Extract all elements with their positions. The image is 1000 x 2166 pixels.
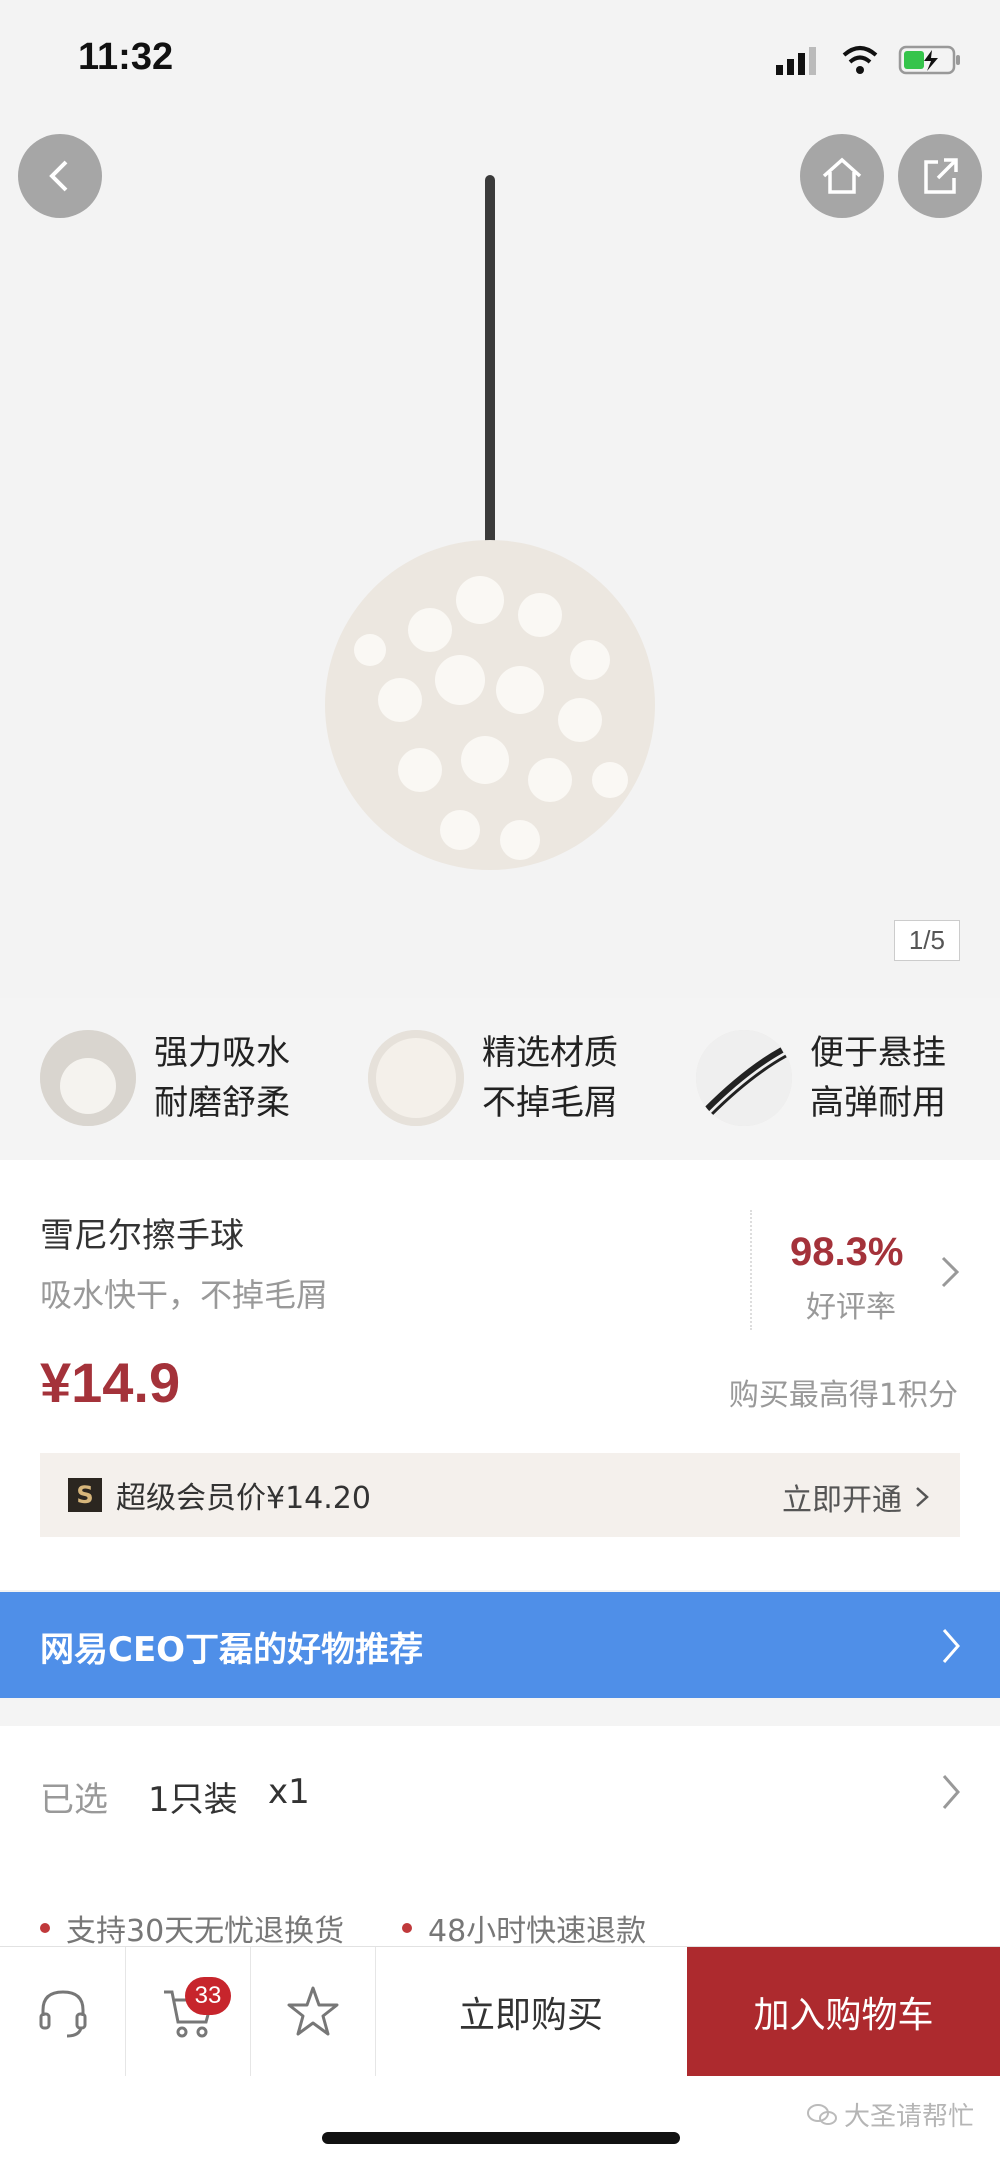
chevron-left-icon [49, 160, 68, 192]
cart-count-badge: 33 [185, 1977, 231, 2015]
water-absorb-thumb [40, 1030, 136, 1126]
chevron-right-icon [942, 1629, 960, 1663]
signal-icon [776, 47, 816, 75]
buy-now-button[interactable]: 立即购买 [375, 1947, 687, 2077]
feature-item: 强力吸水 耐磨舒柔 [40, 1028, 290, 1128]
home-indicator[interactable] [322, 2132, 680, 2144]
service-promises[interactable]: 支持30天无忧退换货 48小时快速退款 [0, 1858, 1000, 1950]
feature-line2: 高弹耐用 [810, 1083, 946, 1123]
headset-icon [39, 1990, 86, 2038]
add-to-cart-button[interactable]: 加入购物车 [687, 1947, 1000, 2077]
points-text: 购买最高得1积分 [728, 1378, 958, 1413]
wechat-icon [806, 2103, 837, 2125]
status-icons [774, 44, 962, 76]
divider [750, 1210, 752, 1330]
vip-price-bar[interactable]: S 超级会员价¥14.20 立即开通 [40, 1453, 960, 1537]
feature-line1: 强力吸水 [154, 1033, 290, 1073]
vip-badge-icon: S [68, 1478, 102, 1512]
selected-spec: 1只装 [148, 1780, 238, 1820]
vip-price-text: 超级会员价¥14.20 [116, 1481, 371, 1516]
battery-icon [898, 45, 960, 75]
feature-item: 精选材质 不掉毛屑 [368, 1028, 618, 1128]
feature-line2: 耐磨舒柔 [154, 1083, 290, 1123]
bullet-icon [402, 1923, 412, 1933]
service-item: 48小时快速退款 [402, 1906, 646, 1950]
feature-item: 便于悬挂 高弹耐用 [696, 1028, 946, 1128]
selected-label: 已选 [40, 1780, 108, 1820]
bottom-action-bar: 33 立即购买 加入购物车 [0, 1946, 1000, 2077]
rating-value[interactable]: 98.3% [790, 1230, 903, 1275]
hanging-cord-thumb [696, 1030, 792, 1126]
selected-quantity: x1 [268, 1772, 310, 1812]
material-thumb [368, 1030, 464, 1126]
spec-selector[interactable]: 已选 1只装 x1 [0, 1726, 1000, 1859]
product-subtitle: 吸水快干，不掉毛屑 [40, 1276, 329, 1314]
chevron-right-icon [916, 1487, 929, 1507]
cart-button[interactable] [125, 1947, 250, 2077]
recommendation-banner[interactable]: 网易CEO丁磊的好物推荐 [0, 1592, 1000, 1698]
home-indicator-area: 大圣请帮忙 [0, 2076, 1000, 2166]
service-text: 支持30天无忧退换货 [66, 1914, 345, 1949]
product-title: 雪尼尔擦手球 [40, 1216, 244, 1256]
feature-line1: 便于悬挂 [810, 1033, 946, 1073]
product-gallery[interactable]: 1/5 [0, 0, 1000, 998]
chevron-right-icon [942, 1775, 960, 1809]
bullet-icon [40, 1923, 50, 1933]
share-icon [924, 158, 958, 194]
image-counter: 1/5 [893, 920, 960, 961]
product-info: 雪尼尔擦手球 吸水快干，不掉毛屑 98.3% 好评率 ¥14.9 购买最高得1积… [0, 1160, 1000, 1590]
feature-line2: 不掉毛屑 [482, 1083, 618, 1123]
share-button[interactable] [898, 134, 982, 218]
rating-label[interactable]: 好评率 [806, 1282, 896, 1326]
vip-action-label: 立即开通 [782, 1483, 902, 1518]
feature-line1: 精选材质 [482, 1033, 618, 1073]
product-price: ¥14.9 [40, 1351, 181, 1414]
watermark-text: 大圣请帮忙 [843, 2102, 974, 2132]
home-icon [822, 157, 862, 194]
customer-service-button[interactable] [0, 1947, 125, 2077]
star-icon [287, 1986, 338, 2036]
status-time: 11:32 [78, 36, 174, 78]
back-button[interactable] [18, 134, 102, 218]
vip-activate-link[interactable]: 立即开通 [782, 1475, 932, 1519]
chevron-right-icon[interactable] [935, 1252, 965, 1292]
favorite-button[interactable] [250, 1947, 375, 2077]
feature-strip: 强力吸水耐磨舒柔 精选材质不掉毛屑 便于悬挂高弹耐用 [0, 998, 1000, 1160]
service-text: 48小时快速退款 [428, 1914, 647, 1949]
watermark: 大圣请帮忙 [806, 2096, 974, 2133]
banner-text: 网易CEO丁磊的好物推荐 [40, 1630, 424, 1670]
wifi-icon [842, 46, 878, 74]
service-item: 支持30天无忧退换货 [40, 1906, 344, 1950]
home-button[interactable] [800, 134, 884, 218]
